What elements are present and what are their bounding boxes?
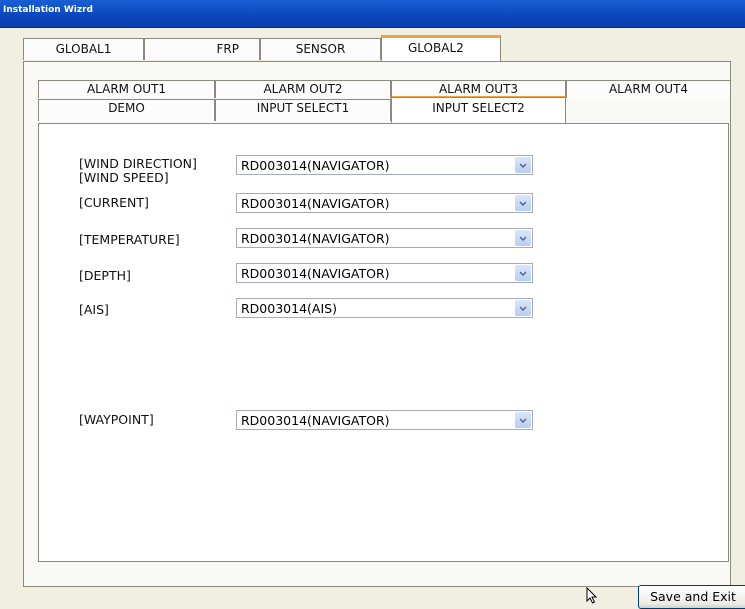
current-source-select[interactable]: RD003014(NAVIGATOR): [236, 193, 533, 213]
chevron-down-icon[interactable]: [515, 157, 531, 173]
ais-source-select[interactable]: RD003014(AIS): [236, 298, 533, 318]
tab-alarm-out3[interactable]: ALARM OUT3: [391, 80, 566, 98]
mouse-cursor-icon: [586, 586, 598, 608]
input-select2-panel: [38, 123, 729, 562]
temperature-source-value: RD003014(NAVIGATOR): [241, 231, 390, 246]
tab-label: SENSOR: [295, 42, 346, 56]
chevron-down-icon[interactable]: [515, 412, 531, 428]
current-label: [CURRENT]: [79, 195, 149, 210]
temperature-source-select[interactable]: RD003014(NAVIGATOR): [236, 228, 533, 248]
wind-source-value: RD003014(NAVIGATOR): [241, 158, 390, 173]
title-bar: Installation Wizrd: [0, 0, 745, 28]
save-and-exit-button[interactable]: Save and Exit: [638, 585, 745, 609]
chevron-down-icon[interactable]: [515, 300, 531, 316]
tab-demo[interactable]: DEMO: [38, 99, 215, 121]
waypoint-source-value: RD003014(NAVIGATOR): [241, 413, 390, 428]
tab-alarm-out1[interactable]: ALARM OUT1: [38, 80, 215, 98]
tab-label: DEMO: [108, 101, 145, 115]
tab-alarm-out4[interactable]: ALARM OUT4: [566, 80, 731, 98]
tab-label: GLOBAL2: [408, 41, 464, 55]
tab-label: ALARM OUT2: [263, 82, 343, 96]
tab-label: ALARM OUT4: [608, 82, 689, 96]
wind-source-select[interactable]: RD003014(NAVIGATOR): [236, 155, 533, 175]
tab-global2[interactable]: GLOBAL2: [381, 35, 501, 62]
temperature-label: [TEMPERATURE]: [79, 232, 180, 247]
tab-label: ALARM OUT1: [86, 82, 167, 96]
tab-sensor[interactable]: SENSOR: [260, 38, 381, 60]
current-source-value: RD003014(NAVIGATOR): [241, 196, 390, 211]
tab-frp[interactable]: FRP: [144, 38, 260, 60]
tab-alarm-out2[interactable]: ALARM OUT2: [215, 80, 391, 98]
tab-input-select2[interactable]: INPUT SELECT2: [391, 97, 566, 124]
waypoint-source-select[interactable]: RD003014(NAVIGATOR): [236, 410, 533, 430]
tab-label: FRP: [216, 42, 239, 56]
tab-label: GLOBAL1: [55, 42, 112, 56]
tab-global1[interactable]: GLOBAL1: [23, 38, 144, 60]
depth-label: [DEPTH]: [79, 268, 131, 283]
tab-label: INPUT SELECT1: [256, 101, 350, 115]
tab-label: ALARM OUT3: [438, 82, 519, 96]
chevron-down-icon[interactable]: [515, 230, 531, 246]
chevron-down-icon[interactable]: [515, 195, 531, 211]
wind-speed-label: [WIND SPEED]: [79, 170, 169, 185]
waypoint-label: [WAYPOINT]: [79, 412, 154, 427]
ais-source-value: RD003014(AIS): [241, 301, 337, 316]
chevron-down-icon[interactable]: [515, 265, 531, 281]
depth-source-value: RD003014(NAVIGATOR): [241, 266, 390, 281]
depth-source-select[interactable]: RD003014(NAVIGATOR): [236, 263, 533, 283]
ais-label: [AIS]: [79, 302, 109, 317]
tab-input-select1[interactable]: INPUT SELECT1: [215, 99, 391, 121]
tab-label: INPUT SELECT2: [432, 101, 525, 115]
window-title: Installation Wizrd: [3, 5, 93, 15]
